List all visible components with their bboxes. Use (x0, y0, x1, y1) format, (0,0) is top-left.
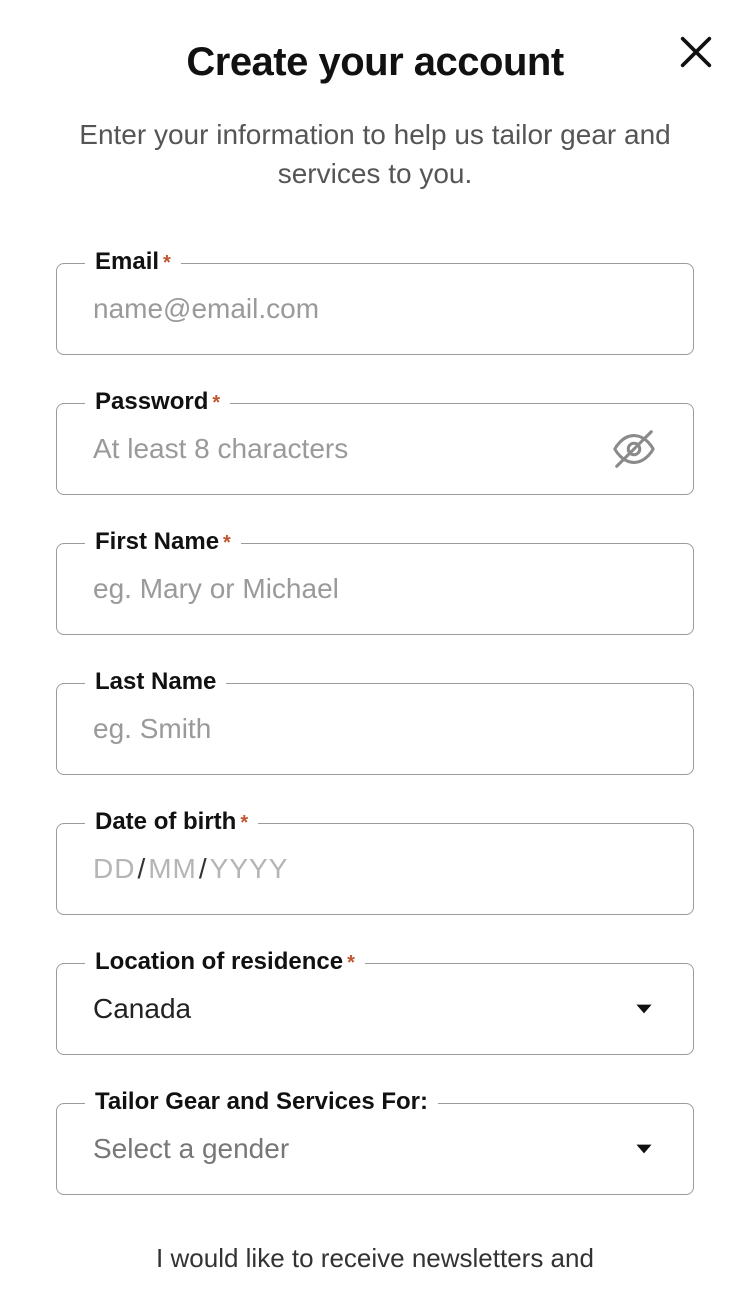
toggle-password-visibility[interactable] (611, 426, 657, 472)
dob-field-group: Date of birth* DD/MM/YYYY (56, 823, 694, 915)
first-name-field-group: First Name* (56, 543, 694, 635)
first-name-input[interactable] (93, 573, 657, 605)
page-title: Create your account (60, 40, 690, 85)
dob-placeholder: DD/MM/YYYY (93, 853, 657, 885)
location-field-group: Location of residence* Canada (56, 963, 694, 1055)
newsletter-text: I would like to receive newsletters and (56, 1243, 694, 1274)
close-button[interactable] (676, 32, 716, 72)
location-select[interactable]: Location of residence* Canada (56, 963, 694, 1055)
email-input[interactable] (93, 293, 657, 325)
dob-input[interactable]: Date of birth* DD/MM/YYYY (56, 823, 694, 915)
last-name-label: Last Name (85, 668, 226, 696)
password-input[interactable] (93, 433, 657, 465)
gender-select[interactable]: Tailor Gear and Services For: Select a g… (56, 1103, 694, 1195)
location-label: Location of residence* (85, 948, 365, 976)
email-field-group: Email* (56, 263, 694, 355)
chevron-down-icon (631, 996, 657, 1022)
location-value: Canada (93, 993, 191, 1025)
password-field-group: Password* (56, 403, 694, 495)
email-label: Email* (85, 248, 181, 276)
first-name-label: First Name* (85, 528, 241, 556)
dob-label: Date of birth* (85, 808, 258, 836)
gender-field-group: Tailor Gear and Services For: Select a g… (56, 1103, 694, 1195)
page-subtitle: Enter your information to help us tailor… (0, 115, 750, 233)
gender-placeholder: Select a gender (93, 1133, 289, 1165)
eye-off-icon (611, 426, 657, 472)
close-icon (676, 32, 716, 72)
signup-form: Email* Password* First Name* (0, 263, 750, 1274)
last-name-field-group: Last Name (56, 683, 694, 775)
last-name-input[interactable] (93, 713, 657, 745)
gender-label: Tailor Gear and Services For: (85, 1088, 438, 1116)
chevron-down-icon (631, 1136, 657, 1162)
password-label: Password* (85, 388, 230, 416)
